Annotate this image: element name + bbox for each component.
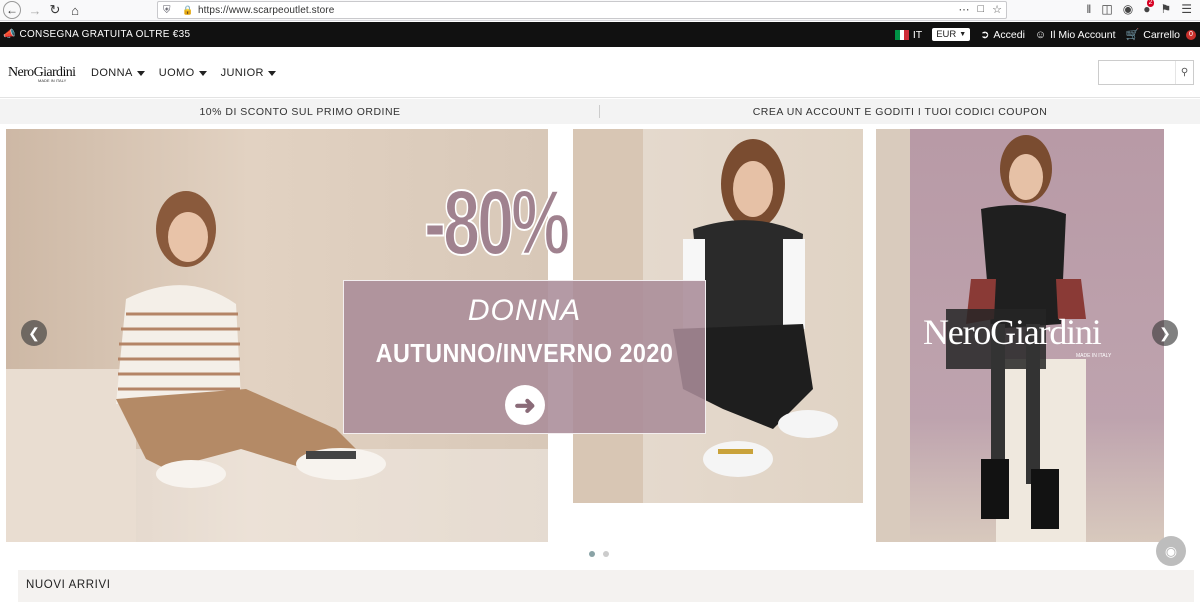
carousel-next-button[interactable]: ❯ (1152, 320, 1178, 346)
addon-badge-icon[interactable]: ● 2 (1143, 0, 1155, 16)
nav-item-junior[interactable]: JUNIOR (221, 67, 276, 79)
brand-overlay-subtext: MADE IN ITALY (1076, 353, 1112, 359)
cart-count-badge: 0 (1186, 29, 1196, 40)
carousel-dot-1[interactable] (589, 551, 595, 557)
brand-logo[interactable]: NeroGiardini MADE IN ITALY (8, 65, 76, 83)
search-box: ⚲ (1098, 60, 1194, 85)
login-link[interactable]: ➲ Accedi (980, 28, 1025, 42)
carousel-dots (589, 551, 609, 557)
shield-icon[interactable]: ⛨ (163, 5, 172, 16)
help-chat-icon[interactable]: ◉ (1156, 536, 1186, 566)
browser-toolbar: ← → ↻ ⌂ ⛨ 🔒 https://www.scarpeoutlet.sto… (0, 0, 1200, 21)
extension-icon[interactable]: ◉ (1123, 2, 1133, 16)
reload-icon[interactable]: ↻ (45, 0, 65, 20)
address-bar[interactable]: ⛨ 🔒 https://www.scarpeoutlet.store ⋯ □ ☆ (157, 1, 1007, 19)
site-header: NeroGiardini MADE IN ITALY DONNA UOMO JU… (0, 47, 1200, 98)
nav-label: DONNA (91, 67, 133, 79)
sidebar-icon[interactable]: ◫ (1101, 2, 1112, 16)
carousel-prev-button[interactable]: ❮ (21, 320, 47, 346)
hero-photo-right[interactable]: NeroGiardini MADE IN ITALY (876, 129, 1164, 542)
caret-down-icon (198, 70, 207, 76)
account-coupon-text[interactable]: CREA UN ACCOUNT E GODITI I TUOI CODICI C… (600, 106, 1200, 118)
caret-down-icon (267, 70, 276, 76)
login-icon: ➲ (980, 29, 990, 41)
account-link[interactable]: ☺ Il Mio Account (1035, 29, 1116, 41)
logo-subtext: MADE IN ITALY (38, 78, 67, 83)
nav-item-donna[interactable]: DONNA (91, 67, 145, 79)
carousel-dot-2[interactable] (603, 551, 609, 557)
promo-category: DONNA (467, 294, 582, 327)
menu-icon[interactable]: ☰ (1181, 2, 1192, 16)
brand-overlay-logo: NeroGiardini (923, 312, 1102, 352)
home-icon[interactable]: ⌂ (65, 0, 85, 20)
hero-carousel: NeroGiardini MADE IN ITALY -80% DONNA AU… (0, 124, 1200, 566)
nav-item-uomo[interactable]: UOMO (159, 67, 207, 79)
discount-headline: -80% (423, 172, 570, 274)
language-label: IT (912, 28, 923, 41)
first-order-discount-text[interactable]: 10% DI SCONTO SUL PRIMO ORDINE (0, 106, 600, 118)
cart-label: Carrello (1143, 28, 1180, 41)
promo-topbar: 📣 CONSEGNA GRATUITA OLTRE €35 IT EUR ▼ ➲… (0, 22, 1200, 47)
chevron-left-icon: ❮ (28, 324, 40, 341)
cart-icon: 🛒 (1125, 29, 1140, 41)
strip-divider (599, 105, 600, 118)
addon-badge-count: 2 (1146, 0, 1155, 7)
promo-banner[interactable]: DONNA AUTUNNO/INVERNO 2020 ➜ (343, 280, 706, 434)
language-selector[interactable]: IT (894, 28, 923, 41)
italy-flag-icon (894, 29, 909, 40)
addon-icon[interactable]: ⚑ (1160, 2, 1171, 16)
free-shipping-text: CONSEGNA GRATUITA OLTRE €35 (19, 29, 191, 40)
arrow-right-icon[interactable]: ➜ (505, 385, 545, 425)
cart-link[interactable]: 🛒 Carrello 0 (1126, 28, 1196, 41)
user-icon: ☺ (1034, 28, 1047, 41)
megaphone-icon: 📣 (3, 29, 16, 40)
promo-season: AUTUNNO/INVERNO 2020 (375, 338, 674, 368)
caret-down-icon (136, 70, 145, 76)
nav-label: JUNIOR (220, 67, 264, 79)
info-strip: 10% DI SCONTO SUL PRIMO ORDINE CREA UN A… (0, 99, 1200, 124)
main-nav: DONNA UOMO JUNIOR (91, 67, 276, 79)
page-actions-icon[interactable]: ⋯ (958, 3, 969, 16)
search-input[interactable] (1099, 61, 1175, 84)
caret-down-icon: ▼ (959, 31, 967, 38)
currency-label: EUR (936, 29, 957, 40)
login-label: Accedi (993, 28, 1025, 41)
chevron-right-icon: ❯ (1159, 324, 1171, 341)
pocket-icon[interactable]: □ (977, 3, 984, 16)
url-text[interactable]: https://www.scarpeoutlet.store (198, 5, 334, 16)
library-icon[interactable]: ‖ (1086, 2, 1091, 16)
account-label: Il Mio Account (1050, 28, 1116, 41)
back-icon[interactable]: ← (3, 1, 21, 19)
search-icon[interactable]: ⚲ (1175, 61, 1193, 84)
lock-icon[interactable]: 🔒 (182, 5, 193, 15)
bookmark-star-icon[interactable]: ☆ (992, 3, 1002, 16)
new-arrivals-heading: NUOVI ARRIVI (18, 570, 1194, 602)
nav-label: UOMO (158, 67, 195, 79)
forward-icon[interactable]: → (25, 0, 45, 20)
currency-select[interactable]: EUR ▼ (932, 28, 971, 41)
